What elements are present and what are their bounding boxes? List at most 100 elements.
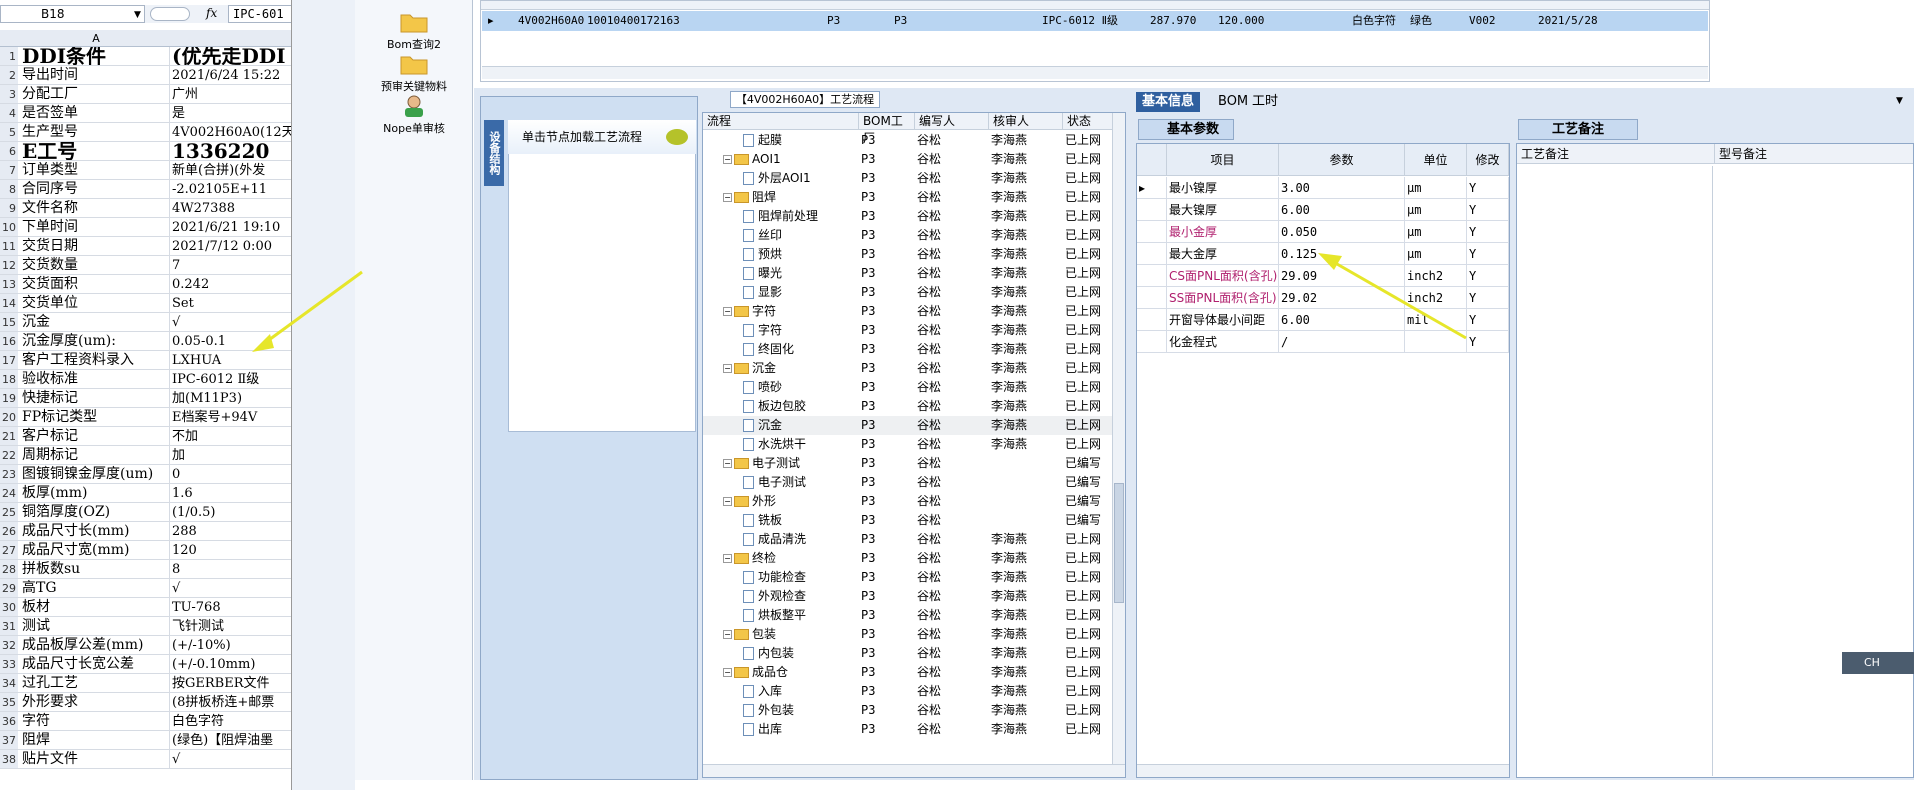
cell-reviewer[interactable]: 李海燕	[991, 720, 1061, 739]
table-row[interactable]: 35 外形要求 (8拼板桥连+邮票	[0, 693, 291, 712]
cell-writer[interactable]: 谷松	[917, 701, 987, 720]
cell-edit[interactable]: Y	[1467, 221, 1509, 243]
row-number[interactable]: 19	[0, 389, 18, 407]
tree-row[interactable]: 电子测试 P3 谷松 已编写	[703, 473, 1113, 492]
table-row[interactable]: 5 生产型号 4V002H60A0(12天	[0, 123, 291, 142]
cell-reviewer[interactable]	[991, 511, 1061, 530]
cell-label[interactable]: 交货单位	[22, 294, 170, 312]
tree-node[interactable]: 入库	[743, 682, 859, 701]
cell-unit[interactable]: inch2	[1405, 287, 1467, 309]
tree-node[interactable]: 铣板	[743, 511, 859, 530]
cell-status[interactable]: 已上网	[1065, 340, 1113, 359]
table-row[interactable]: 16 沉金厚度(um): 0.05-0.1	[0, 332, 291, 351]
cell-value[interactable]: /	[1279, 331, 1405, 353]
table-row[interactable]: 34 过孔工艺 按GERBER文件	[0, 674, 291, 693]
tree-row[interactable]: − 沉金 P3 谷松 李海燕 已上网	[703, 359, 1113, 378]
cell-writer[interactable]: 谷松	[917, 207, 987, 226]
cell-value[interactable]: (8拼板桥连+邮票	[172, 693, 291, 711]
cell-value[interactable]: 6.00	[1279, 199, 1405, 221]
cell-reviewer[interactable]: 李海燕	[991, 378, 1061, 397]
table-row[interactable]: 3 分配工厂 广州	[0, 85, 291, 104]
expand-toggle-icon[interactable]: −	[723, 630, 732, 639]
cell-value[interactable]: 1336220	[172, 142, 291, 160]
tree-row[interactable]: 沉金 P3 谷松 李海燕 已上网	[703, 416, 1113, 435]
cell-writer[interactable]: 谷松	[917, 720, 987, 739]
cell-reviewer[interactable]: 李海燕	[991, 245, 1061, 264]
tree-node[interactable]: 起膜	[743, 131, 859, 150]
cell-writer[interactable]: 谷松	[917, 188, 987, 207]
cell-item[interactable]: 最大金厚	[1167, 243, 1279, 265]
row-number[interactable]: 3	[0, 85, 18, 103]
table-row[interactable]: 6 E工号 1336220	[0, 142, 291, 161]
cell-label[interactable]: 成品尺寸长(mm)	[22, 522, 170, 540]
tree-node[interactable]: 电子测试	[743, 473, 859, 492]
cell-factory[interactable]: P3	[861, 302, 915, 321]
cell-status[interactable]: 已上网	[1065, 568, 1113, 587]
cell-label[interactable]: 沉金厚度(um):	[22, 332, 170, 350]
param-row[interactable]: 化金程式 / Y	[1137, 331, 1509, 353]
cell-label[interactable]: 快捷标记	[22, 389, 170, 407]
cell-value[interactable]: 29.02	[1279, 287, 1405, 309]
cell-value[interactable]: 0.050	[1279, 221, 1405, 243]
cell-writer[interactable]: 谷松	[917, 226, 987, 245]
cell-writer[interactable]: 谷松	[917, 416, 987, 435]
col-header-bom-factory[interactable]: BOM工厂	[859, 113, 915, 145]
cell-label[interactable]: 铜箔厚度(OZ)	[22, 503, 170, 521]
row-number[interactable]: 10	[0, 218, 18, 236]
tree-node[interactable]: − 成品仓	[723, 663, 859, 682]
row-number[interactable]: 1	[0, 47, 18, 65]
formula-bar[interactable]: IPC-601	[228, 5, 291, 23]
cell-status[interactable]: 已上网	[1065, 321, 1113, 340]
cell-reviewer[interactable]: 李海燕	[991, 340, 1061, 359]
cell-reviewer[interactable]: 李海燕	[991, 682, 1061, 701]
cell-status[interactable]: 已上网	[1065, 188, 1113, 207]
cell-factory[interactable]: P3	[861, 644, 915, 663]
cell-factory[interactable]: P3	[861, 359, 915, 378]
cell-factory[interactable]: P3	[861, 625, 915, 644]
tree-node[interactable]: 沉金	[743, 416, 859, 435]
cell-writer[interactable]: 谷松	[917, 625, 987, 644]
ime-toolbar[interactable]: CH	[1842, 652, 1914, 674]
cell-label[interactable]: 外形要求	[22, 693, 170, 711]
cell-label[interactable]: 导出时间	[22, 66, 170, 84]
cell-status[interactable]: 已上网	[1065, 549, 1113, 568]
table-row[interactable]: 10 下单时间 2021/6/21 19:10	[0, 218, 291, 237]
cell-factory[interactable]: P3	[861, 188, 915, 207]
cell-status[interactable]: 已上网	[1065, 720, 1113, 739]
row-number[interactable]: 7	[0, 161, 18, 179]
cell-label[interactable]: 交货日期	[22, 237, 170, 255]
row-number[interactable]: 29	[0, 579, 18, 597]
cell-label[interactable]: 客户工程资料录入	[22, 351, 170, 369]
row-number[interactable]: 17	[0, 351, 18, 369]
cell-reviewer[interactable]: 李海燕	[991, 359, 1061, 378]
horizontal-scrollbar[interactable]	[1137, 764, 1509, 777]
cell-status[interactable]: 已上网	[1065, 150, 1113, 169]
row-number[interactable]: 13	[0, 275, 18, 293]
cell-width[interactable]: 120.000	[1218, 11, 1264, 31]
cell-writer[interactable]: 谷松	[917, 150, 987, 169]
cell-label[interactable]: 文件名称	[22, 199, 170, 217]
tree-row[interactable]: 字符 P3 谷松 李海燕 已上网	[703, 321, 1113, 340]
tree-row[interactable]: 外包装 P3 谷松 李海燕 已上网	[703, 701, 1113, 720]
cell-value[interactable]: 0	[172, 465, 291, 483]
tree-node[interactable]: 字符	[743, 321, 859, 340]
cell-status[interactable]: 已编写	[1065, 511, 1113, 530]
formula-expand-icon[interactable]	[150, 7, 190, 21]
cell-value[interactable]: 2021/6/24 15:22	[172, 66, 291, 84]
cell-reviewer[interactable]: 李海燕	[991, 663, 1061, 682]
cell-factory[interactable]: P3	[861, 207, 915, 226]
cell-reviewer[interactable]: 李海燕	[991, 226, 1061, 245]
cell-edit[interactable]: Y	[1467, 287, 1509, 309]
table-row[interactable]: 20 FP标记类型 E档案号+94V	[0, 408, 291, 427]
cell-reviewer[interactable]: 李海燕	[991, 606, 1061, 625]
cell-reviewer[interactable]: 李海燕	[991, 283, 1061, 302]
tree-node[interactable]: 功能检查	[743, 568, 859, 587]
cell-label[interactable]: 验收标准	[22, 370, 170, 388]
cell-status[interactable]: 已上网	[1065, 302, 1113, 321]
tree-node[interactable]: 烘板整平	[743, 606, 859, 625]
col-header-status[interactable]: 状态	[1063, 113, 1113, 130]
cell-value[interactable]: 加	[172, 446, 291, 464]
row-number[interactable]: 23	[0, 465, 18, 483]
cell-label[interactable]: 分配工厂	[22, 85, 170, 103]
row-number[interactable]: 20	[0, 408, 18, 426]
